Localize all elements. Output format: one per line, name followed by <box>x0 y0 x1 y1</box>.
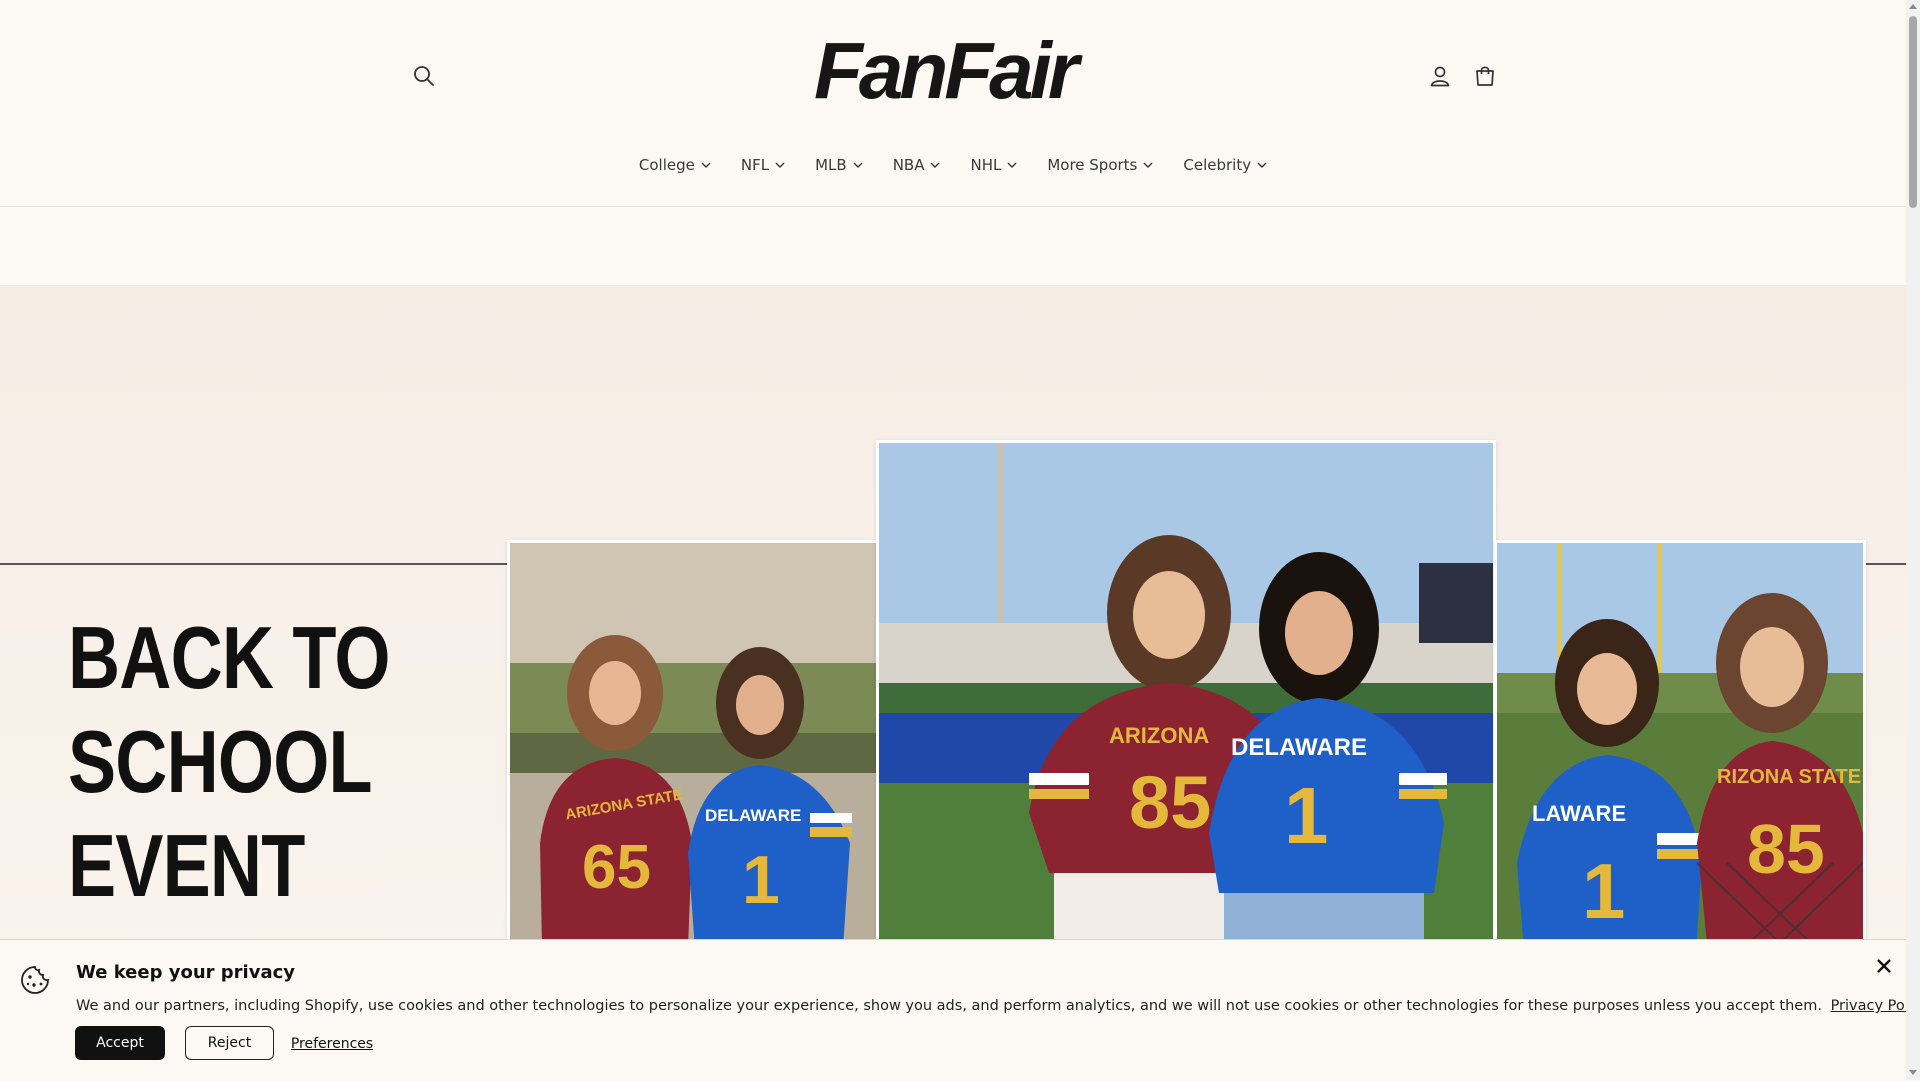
cookie-message: We and our partners, including Shopify, … <box>76 998 1920 1014</box>
nav-label: NFL <box>740 156 770 174</box>
nav-college[interactable]: College <box>627 150 723 180</box>
reject-button[interactable]: Reject <box>185 1026 274 1060</box>
hero-title-line: BACK TO <box>68 608 390 707</box>
site-header: FanFair College NFL MLB NBA NHL More Spo… <box>0 0 1906 207</box>
chevron-down-icon <box>1143 162 1153 168</box>
hero-title-line: SCHOOL <box>68 712 373 811</box>
nav-label: NBA <box>892 156 925 174</box>
nav-more-sports[interactable]: More Sports <box>1035 150 1165 180</box>
nav-label: NHL <box>970 156 1002 174</box>
svg-text:RIZONA STATE: RIZONA STATE <box>1717 766 1861 788</box>
chevron-down-icon <box>775 162 785 168</box>
scroll-down-arrow[interactable] <box>1909 1070 1917 1075</box>
nav-label: More Sports <box>1047 156 1138 174</box>
main-navigation: College NFL MLB NBA NHL More Sports Cele… <box>0 150 1906 180</box>
hero-title: BACK TO SCHOOL EVENT <box>68 606 390 918</box>
nav-label: College <box>638 156 695 174</box>
cookie-banner: We keep your privacy We and our partners… <box>0 939 1920 1081</box>
chevron-down-icon <box>930 162 940 168</box>
svg-text:ARIZONA: ARIZONA <box>1109 723 1209 748</box>
scroll-thumb[interactable] <box>1909 16 1917 208</box>
nav-label: MLB <box>815 156 847 174</box>
svg-text:DELAWARE: DELAWARE <box>1231 734 1367 761</box>
nav-nfl[interactable]: NFL <box>729 150 797 180</box>
chevron-down-icon <box>1007 162 1017 168</box>
search-icon <box>414 66 434 86</box>
cookie-close-button[interactable] <box>1872 954 1896 978</box>
nav-nhl[interactable]: NHL <box>958 150 1029 180</box>
cart-button[interactable] <box>1465 56 1505 96</box>
account-button[interactable] <box>1420 56 1460 96</box>
cookie-message-text: We and our partners, including Shopify, … <box>76 998 1822 1014</box>
user-icon <box>1430 66 1450 87</box>
svg-text:FanFair: FanFair <box>814 30 1083 115</box>
svg-text:1: 1 <box>742 842 780 918</box>
svg-text:65: 65 <box>582 833 651 902</box>
cookie-icon <box>21 966 49 994</box>
search-button[interactable] <box>404 56 444 96</box>
svg-text:DELAWARE: DELAWARE <box>705 806 801 825</box>
nav-label: Celebrity <box>1183 156 1252 174</box>
hero-title-line: EVENT <box>68 816 305 915</box>
chevron-down-icon <box>1257 162 1267 168</box>
page-scrollbar[interactable] <box>1906 0 1920 1080</box>
fanfair-logo[interactable]: FanFair <box>810 30 1100 120</box>
chevron-down-icon <box>853 162 863 168</box>
nav-celebrity[interactable]: Celebrity <box>1171 150 1279 180</box>
scroll-up-arrow[interactable] <box>1909 4 1917 9</box>
nav-mlb[interactable]: MLB <box>803 150 875 180</box>
close-icon <box>1877 959 1891 973</box>
svg-text:LAWARE: LAWARE <box>1532 801 1626 826</box>
svg-text:85: 85 <box>1747 810 1825 888</box>
accept-button[interactable]: Accept <box>75 1026 165 1060</box>
nav-nba[interactable]: NBA <box>881 150 953 180</box>
svg-text:85: 85 <box>1129 761 1211 844</box>
svg-text:1: 1 <box>1284 771 1329 860</box>
cart-icon <box>1476 66 1494 86</box>
announcement-bar <box>0 207 1906 286</box>
svg-text:1: 1 <box>1582 847 1625 935</box>
chevron-down-icon <box>701 162 711 168</box>
cookie-title: We keep your privacy <box>76 962 296 983</box>
preferences-link[interactable]: Preferences <box>291 1034 373 1054</box>
